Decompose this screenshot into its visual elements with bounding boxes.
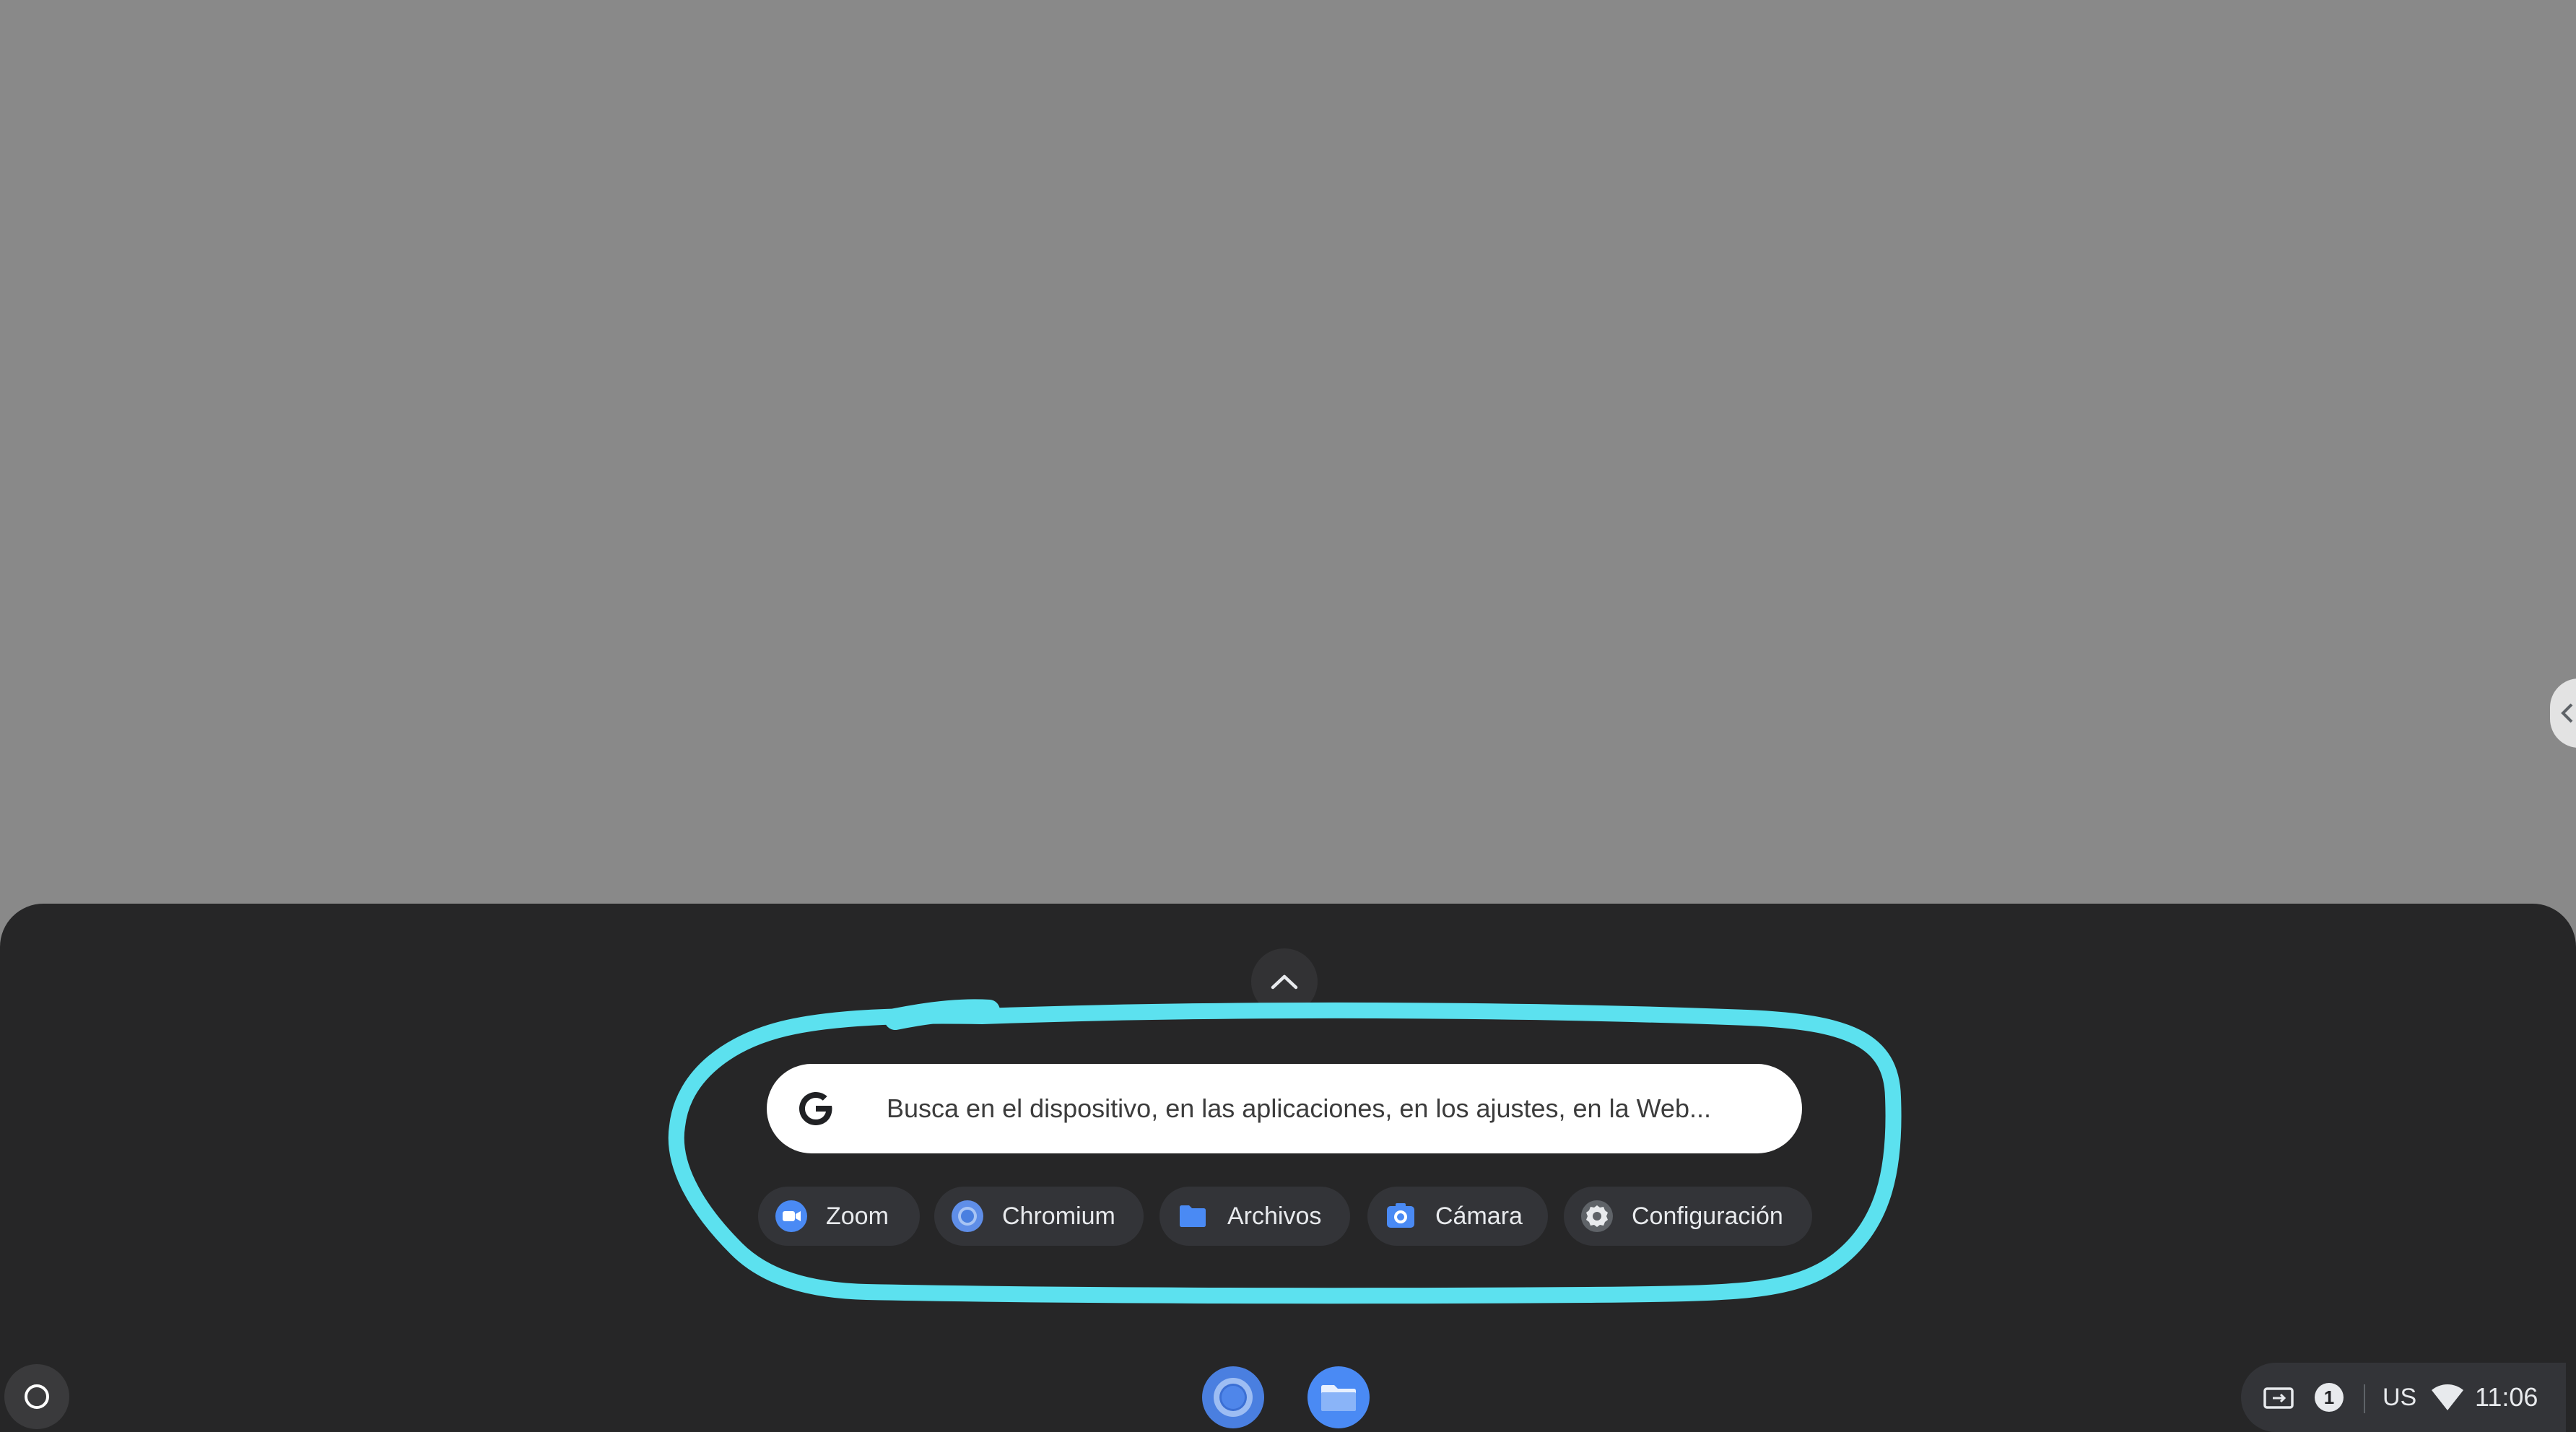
notification-count-icon[interactable]: 1 [2312, 1380, 2346, 1415]
notification-count: 1 [2324, 1387, 2334, 1408]
clock[interactable]: 11:06 [2475, 1379, 2538, 1416]
files-icon [1180, 1205, 1206, 1227]
suggestion-chip-label: Chromium [1002, 1202, 1115, 1230]
suggestion-chip-chromium[interactable]: Chromium [934, 1187, 1144, 1246]
keyboard-layout[interactable]: US [2383, 1379, 2416, 1416]
shelf-app-files[interactable] [1307, 1366, 1370, 1429]
tray-divider [2364, 1384, 2365, 1413]
suggestion-chip-archivos[interactable]: Archivos [1159, 1187, 1350, 1246]
settings-icon [1581, 1200, 1613, 1232]
launcher-circle-icon [25, 1384, 49, 1409]
suggestion-chip-camara[interactable]: Cámara [1367, 1187, 1548, 1246]
suggestion-chip-zoom[interactable]: Zoom [758, 1187, 920, 1246]
suggestion-chip-label: Cámara [1435, 1202, 1523, 1230]
suggestion-chip-configuracion[interactable]: Configuración [1564, 1187, 1812, 1246]
search-placeholder[interactable]: Busca en el dispositivo, en las aplicaci… [887, 1064, 1711, 1153]
chromium-icon [952, 1200, 983, 1232]
wifi-icon[interactable] [2430, 1383, 2465, 1412]
suggestion-chip-label: Zoom [826, 1202, 889, 1230]
suggestion-chip-label: Configuración [1632, 1202, 1783, 1230]
camera-icon [1387, 1203, 1414, 1228]
google-g-icon [799, 1092, 832, 1125]
shelf [0, 1354, 2576, 1432]
desktop-wallpaper [0, 0, 2576, 904]
shelf-app-chromium[interactable] [1201, 1366, 1265, 1429]
expand-launcher-button[interactable] [1251, 948, 1318, 1015]
status-area[interactable]: 1 US 11:06 [2241, 1363, 2566, 1432]
chevron-left-icon [2561, 703, 2573, 723]
chevron-up-icon [1271, 974, 1298, 990]
screen-capture-icon[interactable] [2263, 1380, 2294, 1415]
launcher-search-box[interactable]: Busca en el dispositivo, en las aplicaci… [767, 1064, 1802, 1153]
zoom-icon [775, 1200, 807, 1232]
suggestion-chip-label: Archivos [1227, 1202, 1322, 1230]
launcher-button[interactable] [4, 1364, 69, 1429]
